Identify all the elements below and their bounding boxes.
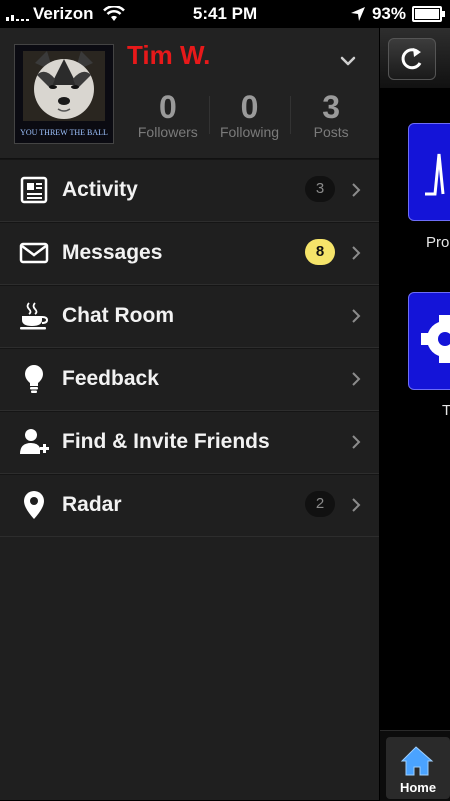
chevron-right-icon	[352, 435, 361, 449]
messages-count-badge: 8	[305, 239, 335, 265]
map-pin-icon	[24, 491, 44, 519]
envelope-icon	[19, 242, 49, 264]
chevron-right-icon	[352, 372, 361, 386]
menu-item-feedback[interactable]: Feedback	[0, 348, 379, 411]
menu-item-messages[interactable]: Messages 8	[0, 222, 379, 285]
tile-label: T	[442, 402, 450, 419]
menu-label: Activity	[62, 178, 138, 201]
tile-label: Pro	[426, 234, 450, 251]
refresh-icon	[401, 48, 422, 70]
nav-bar	[380, 28, 450, 88]
gear-icon	[421, 315, 450, 363]
menu-item-find-invite-friends[interactable]: Find & Invite Friends	[0, 411, 379, 474]
stat-value: 0	[158, 89, 177, 125]
coffee-cup-icon	[20, 302, 49, 330]
refresh-button[interactable]	[388, 38, 436, 80]
main-content: Pro T Home	[380, 28, 450, 801]
battery-percent: 93%	[371, 4, 406, 23]
chevron-right-icon	[352, 183, 361, 197]
lightbulb-icon	[25, 365, 43, 393]
stat-value: 0	[240, 89, 259, 125]
tab-home[interactable]: Home	[386, 737, 450, 799]
tab-home-label: Home	[399, 780, 437, 795]
chevron-right-icon	[352, 309, 361, 323]
newspaper-icon	[20, 176, 48, 204]
drawer-menu: Activity 3 Messages 8 Chat Room Feedback…	[0, 159, 379, 537]
status-bar: Verizon 5:41 PM 93%	[0, 0, 450, 28]
add-user-icon	[20, 429, 49, 454]
side-drawer: YOU THREW THE BALL Tim W. 0 Followers 0 …	[0, 28, 380, 800]
radar-count-badge: 2	[305, 491, 335, 517]
user-name[interactable]: Tim W.	[127, 40, 210, 71]
pulse-icon	[425, 153, 445, 196]
menu-item-radar[interactable]: Radar 2	[0, 474, 379, 537]
stat-value: 3	[322, 89, 341, 125]
profile-stats: 0 Followers 0 Following 3 Posts	[127, 90, 372, 142]
battery-icon	[412, 6, 445, 22]
chevron-right-icon	[352, 246, 361, 260]
chevron-right-icon	[352, 498, 361, 512]
tile-settings[interactable]	[408, 292, 450, 390]
location-arrow-icon	[350, 7, 365, 21]
tile-pro[interactable]	[408, 123, 450, 221]
menu-item-chat-room[interactable]: Chat Room	[0, 285, 379, 348]
home-icon	[400, 746, 434, 776]
profile-header: YOU THREW THE BALL Tim W. 0 Followers 0 …	[0, 28, 379, 159]
chevron-down-icon[interactable]	[339, 52, 357, 70]
stat-label: Posts	[313, 124, 349, 140]
stat-label: Following	[219, 124, 280, 140]
avatar-caption: YOU THREW THE BALL	[20, 128, 108, 137]
tab-bar: Home	[380, 730, 450, 801]
menu-item-activity[interactable]: Activity 3	[0, 159, 379, 222]
stat-posts[interactable]: 3 Posts	[290, 90, 372, 142]
stat-following[interactable]: 0 Following	[208, 89, 291, 142]
activity-count-badge: 3	[305, 176, 335, 202]
stat-label: Followers	[137, 124, 198, 140]
stat-followers[interactable]: 0 Followers	[127, 90, 209, 142]
avatar[interactable]: YOU THREW THE BALL	[14, 44, 114, 144]
menu-label: Chat Room	[62, 304, 174, 327]
menu-label: Radar	[62, 493, 122, 516]
menu-label: Feedback	[62, 367, 159, 390]
menu-label: Messages	[62, 241, 163, 264]
menu-label: Find & Invite Friends	[62, 430, 270, 453]
